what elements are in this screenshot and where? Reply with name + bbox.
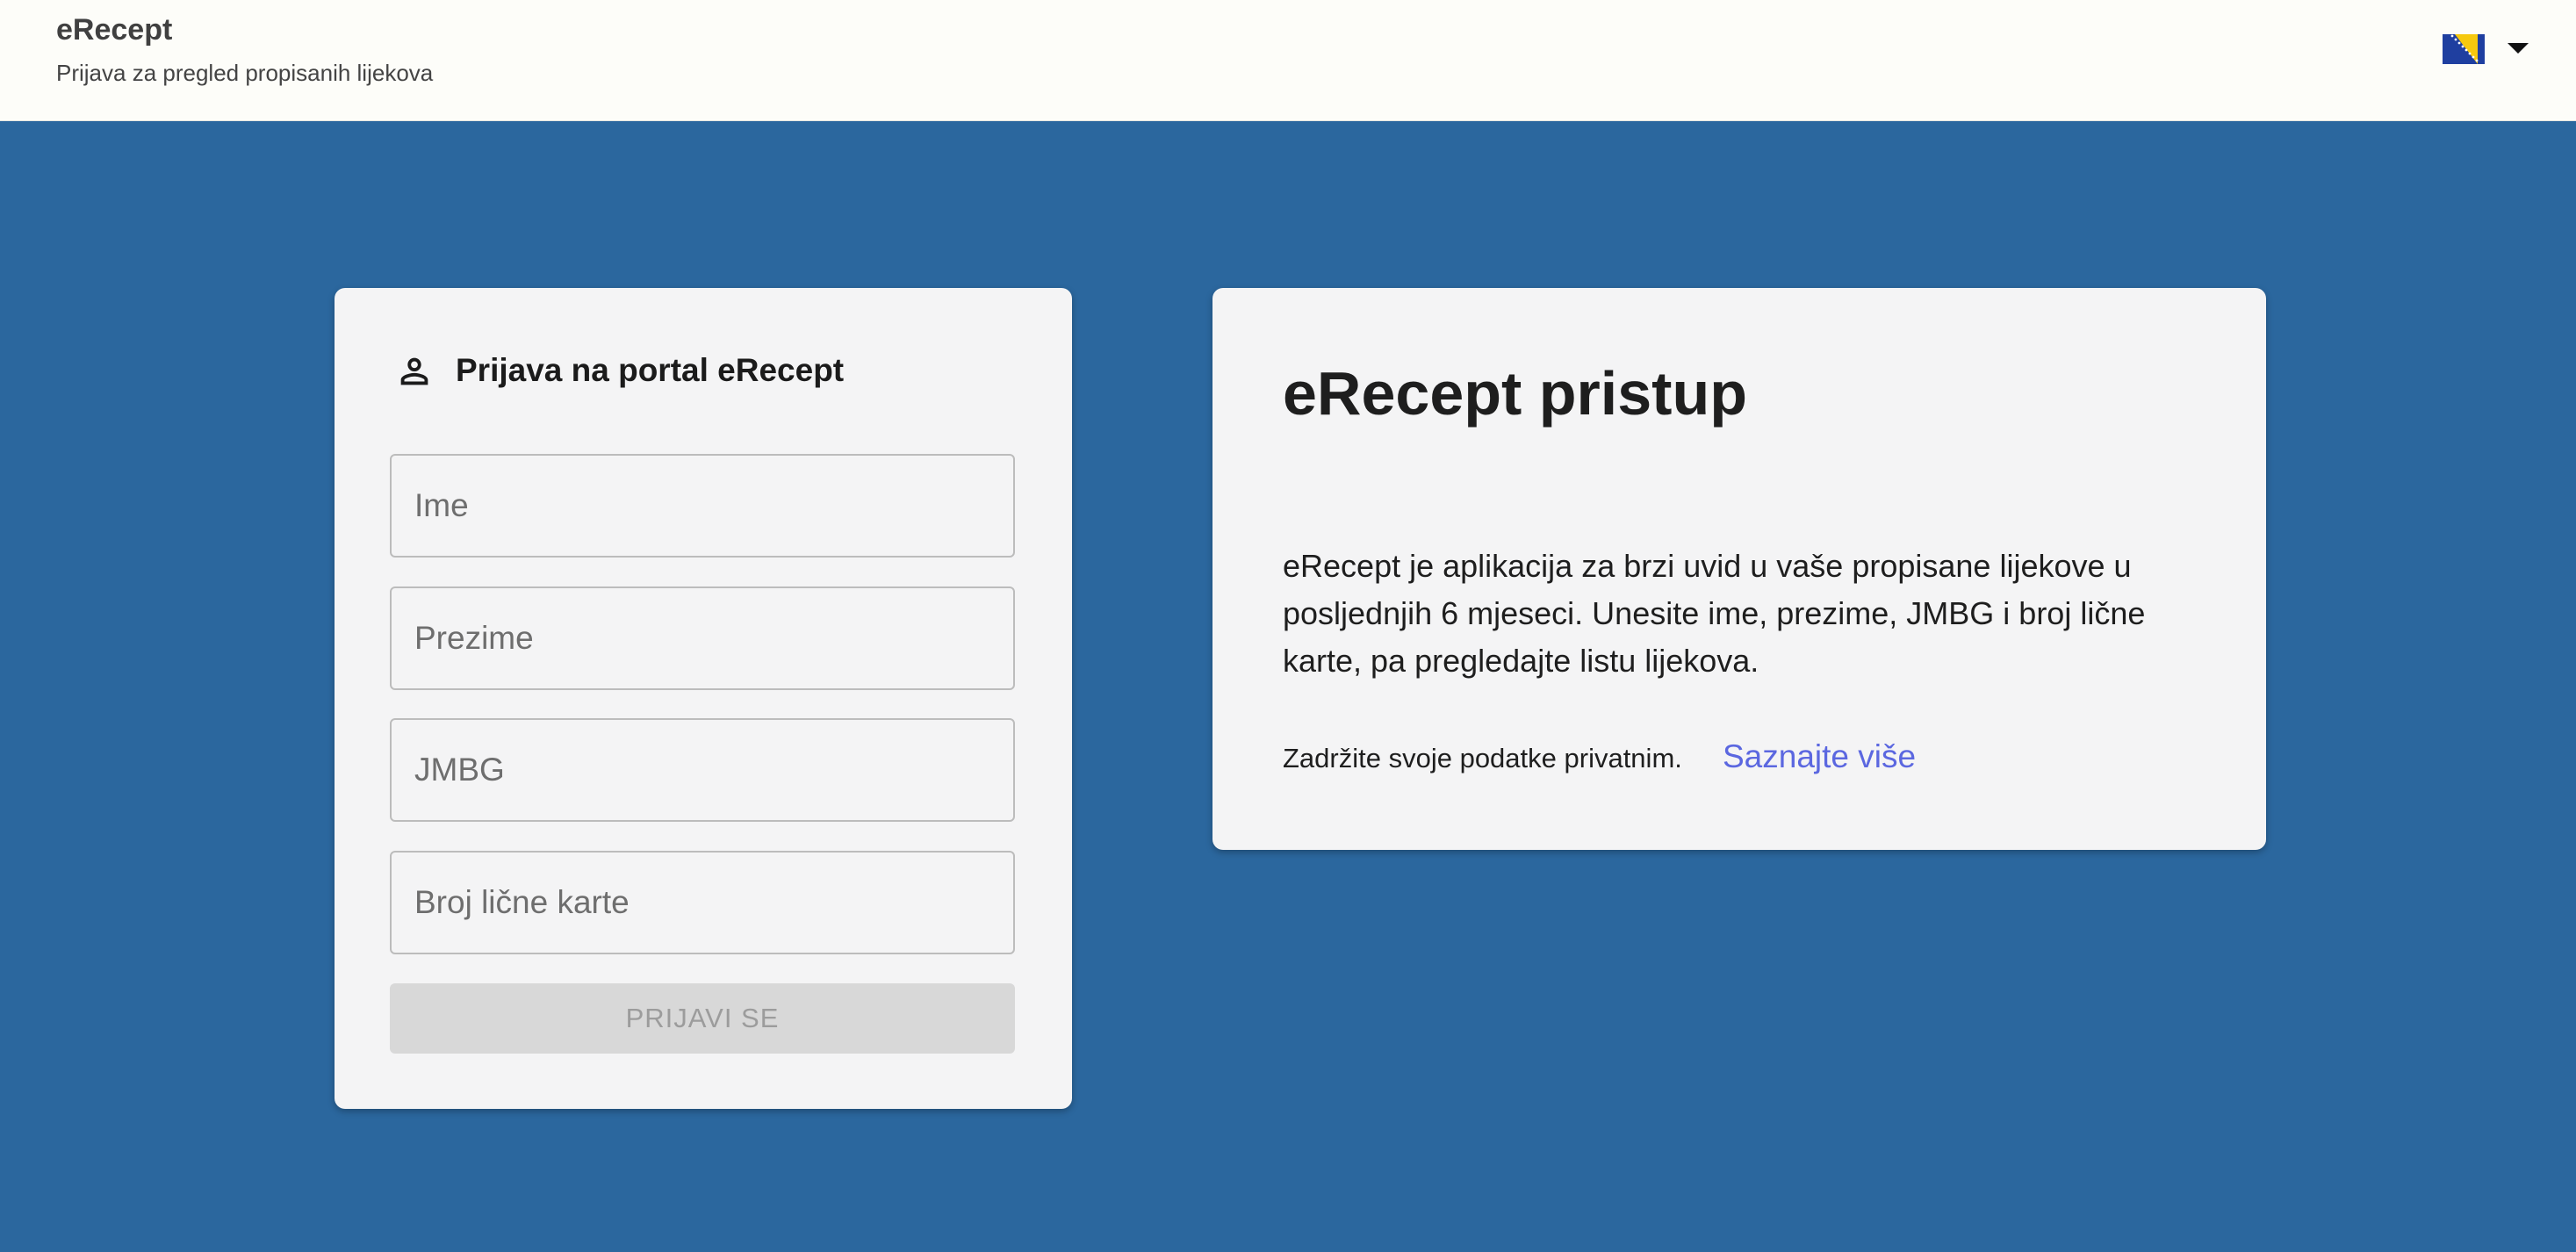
info-description: eRecept je aplikacija za brzi uvid u vaš…	[1283, 548, 2146, 679]
info-card: eRecept pristup eRecept je aplikacija za…	[1212, 288, 2266, 850]
first-name-input[interactable]	[390, 454, 1015, 558]
login-title: Prijava na portal eRecept	[456, 352, 845, 388]
last-name-input[interactable]	[390, 586, 1015, 690]
chevron-down-icon	[2508, 43, 2529, 54]
bosnia-herzegovina-flag-icon	[2443, 34, 2485, 64]
jmbg-input[interactable]	[390, 718, 1015, 822]
login-card: Prijava na portal eRecept PRIJAVI SE	[335, 288, 1072, 1109]
info-title: eRecept pristup	[1283, 359, 1747, 428]
learn-more-link[interactable]: Saznajte više	[1723, 738, 1916, 775]
language-selector[interactable]	[2441, 32, 2529, 67]
person-icon	[400, 357, 428, 385]
top-app-bar: eRecept Prijava za pregled propisanih li…	[0, 0, 2576, 121]
privacy-note: Zadržite svoje podatke privatnim.	[1283, 743, 1682, 774]
id-card-number-input[interactable]	[390, 851, 1015, 954]
login-submit-button[interactable]: PRIJAVI SE	[390, 983, 1015, 1054]
app-name: eRecept	[56, 13, 173, 47]
app-subtitle: Prijava za pregled propisanih lijekova	[56, 60, 434, 86]
